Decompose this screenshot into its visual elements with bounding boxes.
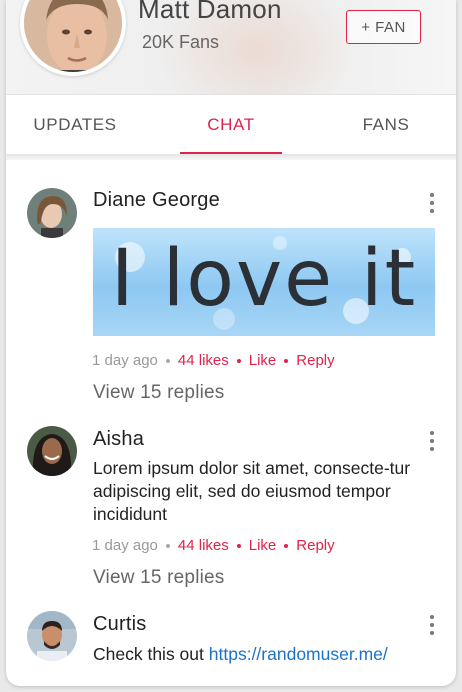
comment-body: Check this out (93, 644, 204, 664)
separator-dot (284, 543, 289, 548)
comment-link[interactable]: https://randomuser.me/ (209, 644, 388, 664)
comment-text: Check this out https://randomuser.me/ (93, 643, 438, 666)
more-options-icon[interactable] (422, 191, 442, 215)
user-photo-icon (27, 188, 77, 238)
image-caption-text: I love it (110, 234, 418, 324)
like-count[interactable]: 44 likes (178, 537, 229, 554)
tab-divider (6, 154, 456, 160)
profile-fan-count: 20K Fans (142, 32, 220, 52)
separator-dot (236, 358, 241, 363)
tab-fans[interactable]: FANS (336, 95, 436, 155)
tab-chat[interactable]: CHAT (180, 95, 282, 155)
like-button[interactable]: Like (249, 352, 277, 369)
avatar[interactable] (27, 611, 77, 661)
comment-meta: 1 day ago 44 likes Like Reply (92, 352, 335, 369)
view-replies-link[interactable]: View 15 replies (93, 567, 225, 589)
comment-time: 1 day ago (92, 352, 158, 369)
profile-card: Matt Damon 20K Fans + FAN UPDATES CHAT F… (6, 0, 456, 686)
reply-button[interactable]: Reply (296, 537, 334, 554)
avatar[interactable] (27, 426, 77, 476)
profile-face-icon (24, 0, 122, 72)
reply-button[interactable]: Reply (296, 352, 334, 369)
comment-text: Lorem ipsum dolor sit amet, consecte-tur… (93, 458, 411, 524)
profile-avatar[interactable] (20, 0, 126, 76)
comment-meta: 1 day ago 44 likes Like Reply (92, 537, 335, 554)
comment-time: 1 day ago (92, 537, 158, 554)
comment-image[interactable]: I love it (93, 228, 435, 336)
separator-dot (165, 358, 170, 363)
like-button[interactable]: Like (249, 537, 277, 554)
comment-author[interactable]: Curtis (93, 613, 146, 636)
profile-header: Matt Damon 20K Fans + FAN (6, 0, 456, 94)
avatar[interactable] (27, 188, 77, 238)
separator-dot (284, 358, 289, 363)
profile-name: Matt Damon (138, 0, 282, 24)
user-photo-icon (27, 426, 77, 476)
tab-bar: UPDATES CHAT FANS (6, 94, 456, 154)
view-replies-link[interactable]: View 15 replies (93, 382, 225, 404)
comment-author[interactable]: Aisha (93, 428, 144, 451)
more-options-icon[interactable] (422, 429, 442, 453)
separator-dot (165, 543, 170, 548)
add-fan-button[interactable]: + FAN (346, 10, 421, 44)
tab-updates[interactable]: UPDATES (6, 95, 144, 155)
separator-dot (236, 543, 241, 548)
more-options-icon[interactable] (422, 613, 442, 637)
like-count[interactable]: 44 likes (178, 352, 229, 369)
comment-author[interactable]: Diane George (93, 189, 220, 212)
user-photo-icon (27, 611, 77, 661)
